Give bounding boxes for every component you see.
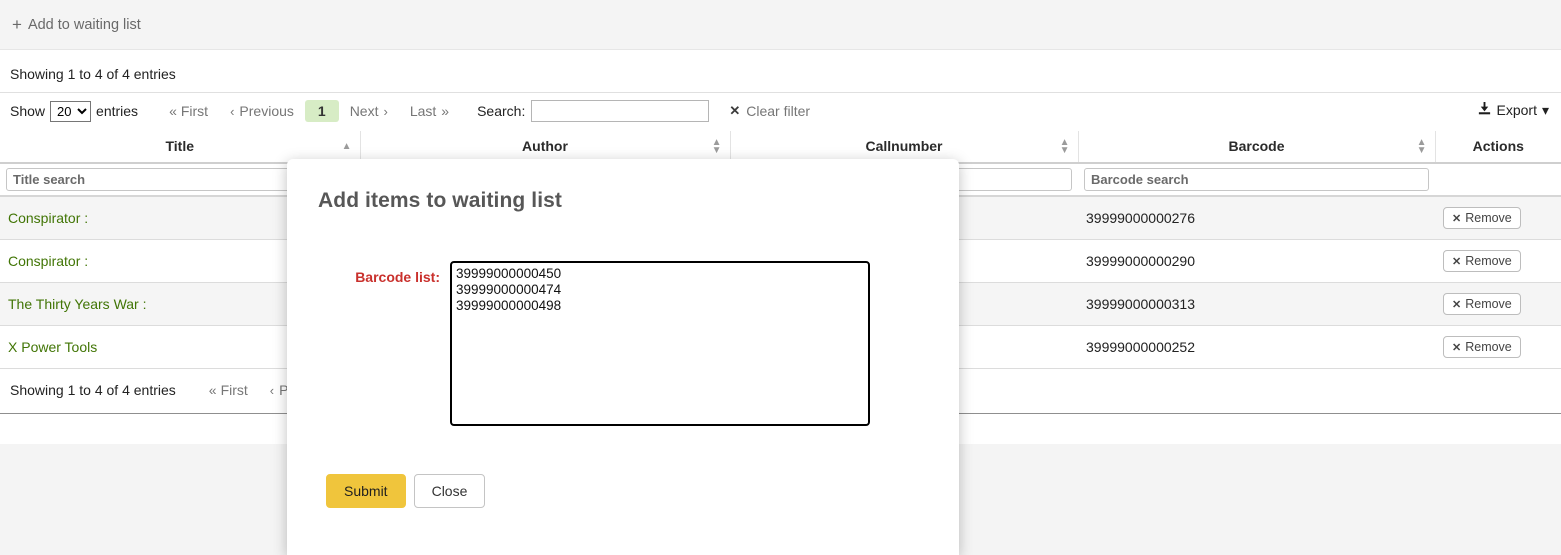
datatable-controls: Show 20 entries « First ‹ Previous 1 Next ›…: [0, 93, 1561, 131]
column-header-barcode[interactable]: Barcode ▲▼: [1078, 131, 1435, 163]
double-right-icon: »: [441, 103, 448, 119]
column-label: Author: [522, 138, 568, 154]
sort-icon: ▲▼: [1060, 139, 1070, 155]
search-input[interactable]: [531, 100, 709, 122]
search-label: Search:: [477, 103, 525, 119]
cell-barcode: 39999000000313: [1078, 283, 1435, 326]
cell-actions: ✕ Remove: [1435, 240, 1561, 283]
pagination-page-1[interactable]: 1: [305, 100, 339, 122]
double-left-icon: «: [169, 103, 176, 119]
modal-body: Barcode list:: [287, 213, 959, 426]
submit-button[interactable]: Submit: [326, 474, 406, 508]
barcode-search-input[interactable]: [1084, 168, 1429, 191]
pagination-previous[interactable]: ‹ Previous: [219, 100, 305, 122]
sort-icon: ▲▼: [712, 139, 722, 155]
remove-button[interactable]: ✕ Remove: [1443, 250, 1521, 272]
double-left-icon: «: [209, 382, 216, 398]
close-icon: ✕: [1452, 341, 1461, 354]
title-link[interactable]: Conspirator :: [8, 253, 88, 269]
entries-info-top: Showing 1 to 4 of 4 entries: [0, 50, 1561, 93]
clear-filter-label: Clear filter: [746, 103, 810, 119]
modal-footer: Submit Close: [287, 474, 959, 555]
plus-icon: +: [12, 16, 22, 33]
pagination-last-label: Last: [410, 103, 436, 119]
pagination-first[interactable]: « First: [158, 100, 219, 122]
pagination-top: « First ‹ Previous 1 Next › Last »: [158, 100, 459, 122]
filter-cell-barcode: [1078, 163, 1435, 196]
cell-actions: ✕ Remove: [1435, 283, 1561, 326]
page-root: + Add to waiting list Showing 1 to 4 of …: [0, 0, 1561, 555]
cell-actions: ✕ Remove: [1435, 326, 1561, 369]
cell-barcode: 39999000000290: [1078, 240, 1435, 283]
remove-label: Remove: [1465, 254, 1512, 268]
column-header-actions: Actions: [1435, 131, 1561, 163]
pagination-last[interactable]: Last »: [399, 100, 459, 122]
sort-icon: ▲▼: [1417, 139, 1427, 155]
remove-button[interactable]: ✕ Remove: [1443, 293, 1521, 315]
barcode-list-label: Barcode list:: [287, 261, 450, 426]
chevron-right-icon: ›: [383, 104, 387, 119]
clear-filter-button[interactable]: ✕ Clear filter: [729, 103, 810, 119]
toolbar: + Add to waiting list: [0, 0, 1561, 50]
add-to-waiting-list-label: Add to waiting list: [28, 17, 141, 33]
column-label: Title: [165, 138, 194, 154]
pagination-previous-label: Previous: [239, 103, 293, 119]
close-icon: ✕: [1452, 255, 1461, 268]
column-label: Callnumber: [865, 138, 942, 154]
sort-icon: ▲: [342, 143, 352, 151]
pagination-first-bottom[interactable]: « First: [198, 379, 259, 401]
close-icon: ✕: [1452, 298, 1461, 311]
column-label: Barcode: [1228, 138, 1284, 154]
page-length-control: Show 20 entries: [10, 101, 138, 122]
title-link[interactable]: The Thirty Years War :: [8, 296, 147, 312]
barcode-list-textarea[interactable]: [450, 261, 870, 426]
pagination-first-label: First: [181, 103, 208, 119]
cell-barcode: 39999000000252: [1078, 326, 1435, 369]
add-items-modal: Add items to waiting list Barcode list: …: [287, 159, 959, 555]
export-button[interactable]: Export ▾: [1477, 101, 1550, 119]
title-link[interactable]: X Power Tools: [8, 339, 97, 355]
filter-cell-actions: [1435, 163, 1561, 196]
chevron-left-icon: ‹: [270, 383, 274, 398]
remove-button[interactable]: ✕ Remove: [1443, 207, 1521, 229]
export-label: Export: [1497, 102, 1537, 118]
remove-label: Remove: [1465, 211, 1512, 225]
entries-label: entries: [96, 103, 138, 119]
page-length-select[interactable]: 20: [50, 101, 91, 122]
cell-barcode: 39999000000276: [1078, 196, 1435, 240]
title-link[interactable]: Conspirator :: [8, 210, 88, 226]
remove-button[interactable]: ✕ Remove: [1443, 336, 1521, 358]
close-button[interactable]: Close: [414, 474, 486, 508]
pagination-next[interactable]: Next ›: [339, 100, 399, 122]
entries-info-bottom: Showing 1 to 4 of 4 entries: [10, 382, 176, 398]
close-icon: ✕: [729, 103, 740, 119]
modal-title: Add items to waiting list: [287, 159, 959, 213]
search-control: Search:: [477, 100, 709, 122]
remove-label: Remove: [1465, 297, 1512, 311]
chevron-left-icon: ‹: [230, 104, 234, 119]
pagination-first-label: First: [221, 382, 248, 398]
remove-label: Remove: [1465, 340, 1512, 354]
column-label: Actions: [1473, 138, 1524, 154]
pagination-next-label: Next: [350, 103, 379, 119]
show-label: Show: [10, 103, 45, 119]
download-icon: [1477, 101, 1492, 119]
chevron-down-icon: ▾: [1542, 102, 1549, 119]
close-icon: ✕: [1452, 212, 1461, 225]
cell-actions: ✕ Remove: [1435, 196, 1561, 240]
add-to-waiting-list-button[interactable]: + Add to waiting list: [12, 16, 141, 33]
